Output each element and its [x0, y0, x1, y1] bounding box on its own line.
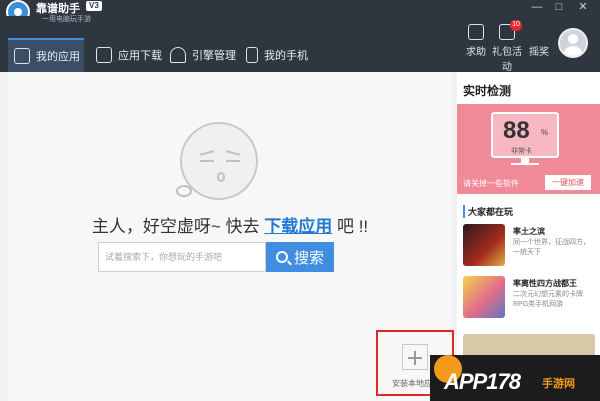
- app-window: 靠谱助手 V3 — □ ✕ 一用电脑玩手游 我的应用 应用下载 引擎管理 我的手…: [0, 0, 600, 401]
- help-button[interactable]: 求助: [461, 24, 491, 58]
- empty-suffix: 吧 !!: [336, 217, 369, 236]
- tab-label: 应用下载: [118, 50, 162, 62]
- sidebar: 实时检测 88 % 非常卡 请关掉一些软件 一键加速 大家都在玩 率土之滨 同一…: [457, 72, 600, 401]
- install-label: 安装本地应: [392, 379, 432, 388]
- game-item[interactable]: 率土之滨 同一个世界，征战四方，一统天下: [463, 224, 595, 270]
- help-label: 求助: [466, 47, 486, 58]
- game-name: 率土之滨: [513, 227, 545, 236]
- close-button[interactable]: ✕: [574, 0, 592, 16]
- phone-icon: [246, 47, 258, 63]
- watermark-text: APP178: [444, 369, 521, 394]
- gift-button[interactable]: 10 礼包活动: [492, 20, 522, 73]
- puff-icon: [176, 185, 192, 197]
- sad-face-icon: [180, 122, 258, 200]
- realtime-panel: 88 % 非常卡 请关掉一些软件 一键加速: [457, 104, 600, 194]
- search-input[interactable]: 试着搜索下，你想玩的手游吧: [98, 242, 266, 272]
- brand-subtitle: 一用电脑玩手游: [42, 16, 91, 23]
- brow-right: [225, 150, 241, 156]
- tab-my-apps[interactable]: 我的应用: [8, 38, 84, 72]
- lottery-button[interactable]: 摇奖: [524, 24, 554, 58]
- main-content: 主人，好空虚呀~ 快去 下载应用 吧 !! 试着搜索下，你想玩的手游吧 搜索 安…: [8, 72, 454, 401]
- game-item[interactable]: 率离性四方战都王 二次元幻想元素的卡牌RPG类手机网游: [463, 276, 595, 322]
- eye-right: [226, 160, 240, 162]
- game-desc: 二次元幻想元素的卡牌RPG类手机网游: [513, 291, 583, 308]
- home-icon: [14, 48, 30, 64]
- lottery-icon: [531, 24, 547, 40]
- search-icon: [275, 251, 288, 263]
- title-bar: 靠谱助手 V3 — □ ✕: [0, 0, 600, 24]
- realtime-title: 实时检测: [463, 84, 512, 98]
- minimize-button[interactable]: —: [528, 0, 546, 16]
- mouth: [217, 172, 225, 182]
- game-thumbnail: [463, 224, 505, 266]
- tab-my-phone[interactable]: 我的手机: [246, 38, 308, 72]
- lottery-label: 摇奖: [529, 47, 549, 58]
- maximize-button[interactable]: □: [550, 0, 568, 16]
- search-button[interactable]: 搜索: [266, 242, 334, 272]
- score-label: 非常卡: [511, 148, 532, 155]
- speed-up-button[interactable]: 一键加速: [545, 175, 591, 190]
- toolbar: 一用电脑玩手游 我的应用 应用下载 引擎管理 我的手机 求助 10 礼包活动 摇…: [0, 16, 600, 73]
- tab-label: 我的手机: [264, 50, 308, 62]
- watermark: APP178 手游网: [430, 355, 600, 401]
- brow-left: [199, 150, 215, 156]
- version-badge: V3: [86, 1, 102, 11]
- empty-prefix: 主人，好空虚呀~ 快去: [91, 217, 260, 236]
- eye-left: [200, 160, 214, 162]
- android-icon: [170, 47, 186, 63]
- watermark-sub: 手游网: [542, 378, 575, 390]
- realtime-hint: 请关掉一些软件: [463, 179, 519, 188]
- popular-section-title: 大家都在玩: [463, 205, 513, 218]
- avatar[interactable]: [558, 28, 588, 58]
- plus-icon: [402, 344, 428, 370]
- download-icon: [96, 47, 112, 63]
- brand-name: 靠谱助手: [36, 2, 80, 15]
- gift-icon: 10: [499, 20, 522, 40]
- game-thumbnail: [463, 276, 505, 318]
- tab-label: 我的应用: [36, 51, 80, 63]
- tab-label: 引擎管理: [192, 50, 236, 62]
- gift-count-badge: 10: [510, 20, 522, 31]
- download-link[interactable]: 下载应用: [264, 217, 332, 236]
- monitor-base: [511, 163, 539, 165]
- tab-app-download[interactable]: 应用下载: [96, 38, 162, 72]
- tab-engine-management[interactable]: 引擎管理: [170, 38, 236, 72]
- empty-message: 主人，好空虚呀~ 快去 下载应用 吧 !!: [8, 212, 452, 237]
- score-unit: %: [541, 128, 549, 137]
- help-icon: [468, 24, 484, 40]
- search-button-label: 搜索: [293, 249, 324, 267]
- game-name: 率离性四方战都王: [513, 279, 577, 288]
- game-desc: 同一个世界，征战四方，一统天下: [513, 239, 590, 256]
- score-value: 88: [503, 117, 530, 144]
- gift-label: 礼包活动: [492, 47, 522, 73]
- monitor-icon: 88 % 非常卡: [491, 112, 559, 158]
